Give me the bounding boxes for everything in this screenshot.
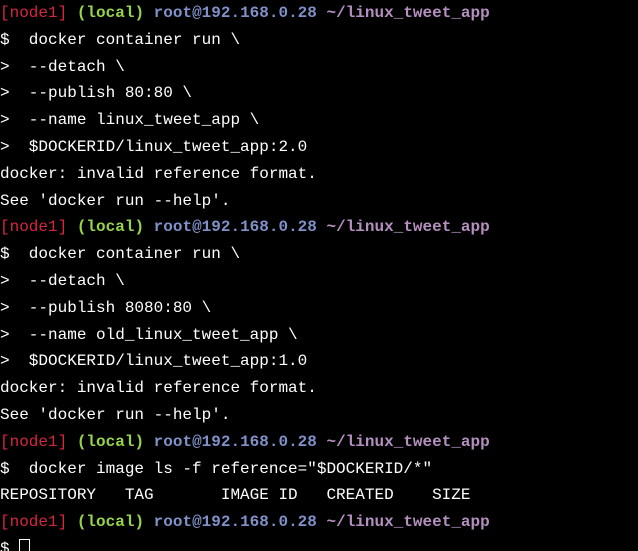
- text-cursor[interactable]: [19, 538, 31, 551]
- prompt-local-label: (local): [76, 432, 145, 451]
- terminal-window[interactable]: [node1] (local) root@192.168.0.28 ~/linu…: [0, 0, 638, 551]
- output-line: $ docker container run \: [0, 30, 241, 49]
- prompt-local-label: (local): [76, 4, 145, 22]
- output-line: > --name linux_tweet_app \: [0, 111, 260, 130]
- prompt-node-label: [node1]: [0, 4, 68, 22]
- prompt-node-label: [node1]: [0, 218, 68, 237]
- prompt-node-label: [node1]: [0, 432, 68, 451]
- prompt-path-label: ~/linux_tweet_app: [326, 513, 490, 532]
- prompt-host-label: root@192.168.0.28: [153, 513, 317, 532]
- prompt-local-label: (local): [76, 513, 145, 532]
- prompt-path-label: ~/linux_tweet_app: [326, 218, 490, 237]
- output-line: See 'docker run --help'.: [0, 405, 231, 424]
- output-line: $ docker container run \: [0, 245, 241, 264]
- prompt-host-label: root@192.168.0.28: [153, 218, 317, 237]
- prompt-line: [node1] (local) root@192.168.0.28 ~/linu…: [0, 509, 638, 536]
- prompt-path-label: ~/linux_tweet_app: [326, 4, 490, 22]
- input-line[interactable]: $: [0, 536, 638, 551]
- output-line: > --detach \: [0, 57, 125, 76]
- input-prompt-symbol: $: [0, 539, 20, 551]
- output-line: > --publish 8080:80 \: [0, 298, 212, 317]
- prompt-line: [node1] (local) root@192.168.0.28 ~/linu…: [0, 0, 638, 27]
- output-line: > $DOCKERID/linux_tweet_app:1.0: [0, 352, 308, 371]
- prompt-host-label: root@192.168.0.28: [153, 4, 317, 22]
- output-line: > --detach \: [0, 271, 125, 290]
- output-line: > --publish 80:80 \: [0, 84, 193, 103]
- prompt-line: [node1] (local) root@192.168.0.28 ~/linu…: [0, 429, 638, 456]
- output-line: REPOSITORY TAG IMAGE ID CREATED SIZE: [0, 486, 471, 505]
- output-line: > $DOCKERID/linux_tweet_app:2.0: [0, 137, 308, 156]
- prompt-node-label: [node1]: [0, 513, 68, 532]
- prompt-host-label: root@192.168.0.28: [153, 432, 317, 451]
- output-line: docker: invalid reference format.: [0, 379, 317, 398]
- output-line: See 'docker run --help'.: [0, 191, 231, 210]
- prompt-line: [node1] (local) root@192.168.0.28 ~/linu…: [0, 214, 638, 241]
- output-line: $ docker image ls -f reference="$DOCKERI…: [0, 459, 433, 478]
- prompt-local-label: (local): [76, 218, 145, 237]
- prompt-path-label: ~/linux_tweet_app: [326, 432, 490, 451]
- output-line: docker: invalid reference format.: [0, 164, 317, 183]
- output-line: > --name old_linux_tweet_app \: [0, 325, 298, 344]
